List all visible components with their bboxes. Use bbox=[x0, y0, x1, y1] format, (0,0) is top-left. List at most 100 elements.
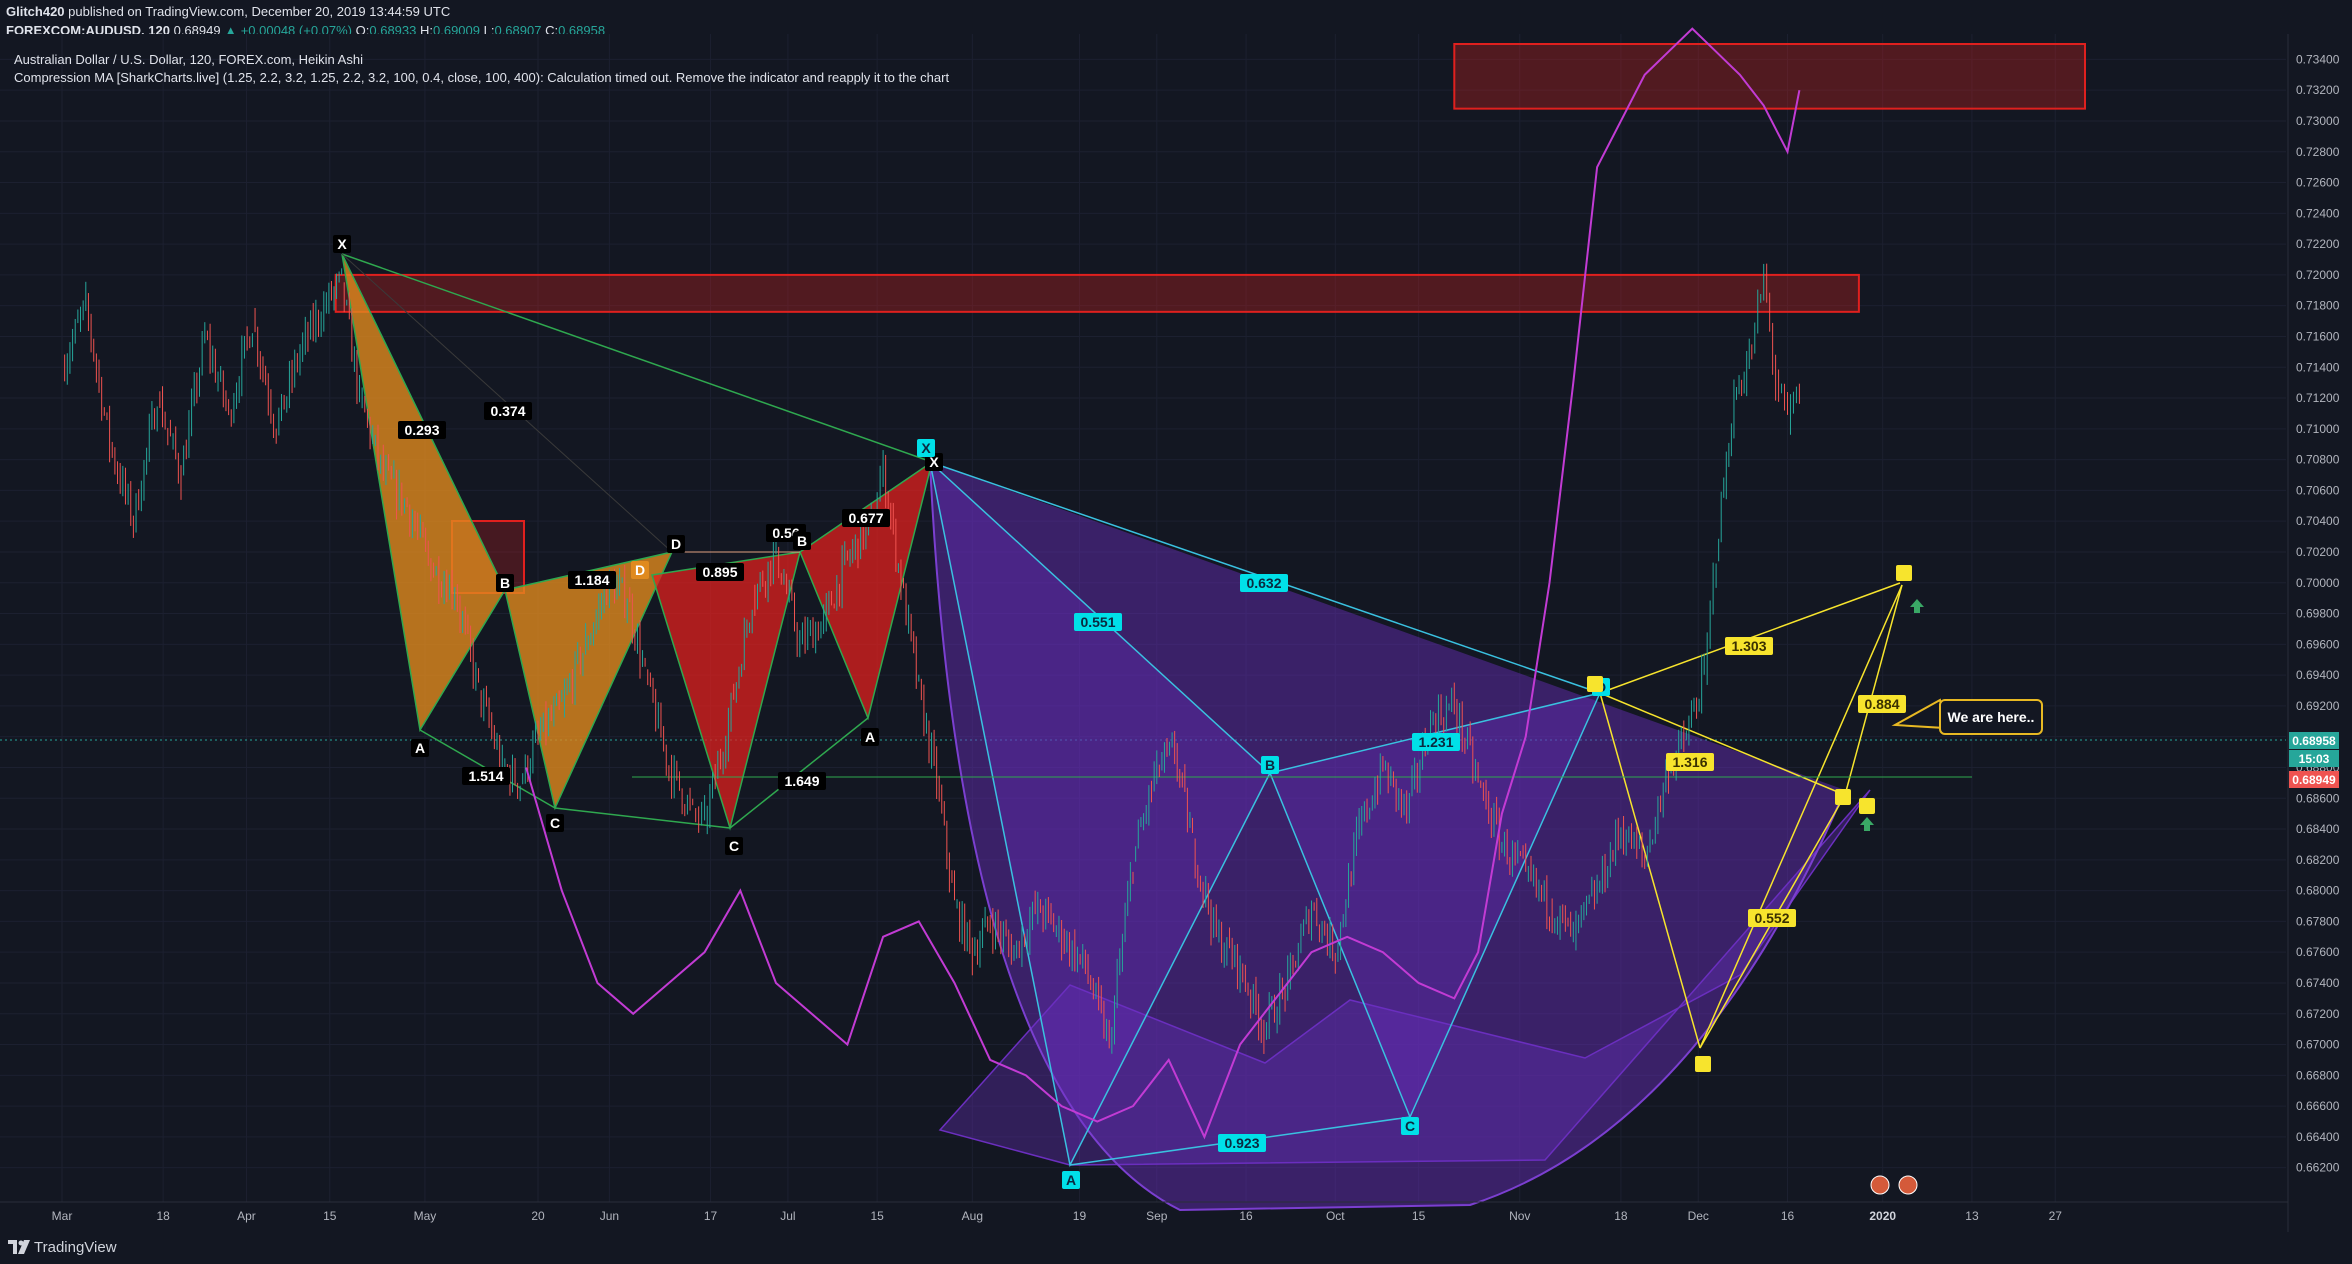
svg-text:1.649: 1.649 bbox=[784, 773, 819, 789]
ratio-label-black: 0.895 bbox=[696, 563, 744, 581]
x-tick-label: Dec bbox=[1688, 1209, 1709, 1223]
y-tick-label: 0.72000 bbox=[2296, 268, 2340, 282]
svg-text:0.632: 0.632 bbox=[1246, 575, 1281, 591]
y-tick-label: 0.68600 bbox=[2296, 791, 2340, 805]
x-tick-label: Apr bbox=[237, 1209, 256, 1223]
svg-text:15:03: 15:03 bbox=[2299, 752, 2330, 766]
yellow-point-marker bbox=[1835, 789, 1851, 805]
svg-text:X: X bbox=[921, 440, 931, 456]
callout-text: We are here.. bbox=[1948, 709, 2035, 725]
y-tick-label: 0.71600 bbox=[2296, 329, 2340, 343]
svg-text:1.514: 1.514 bbox=[468, 768, 503, 784]
y-tick-label: 0.67800 bbox=[2296, 914, 2340, 928]
x-tick-label: 16 bbox=[1239, 1209, 1253, 1223]
x-tick-label: Mar bbox=[52, 1209, 73, 1223]
svg-text:0.884: 0.884 bbox=[1864, 696, 1899, 712]
x-tick-label: 15 bbox=[323, 1209, 337, 1223]
svg-text:A: A bbox=[415, 740, 425, 756]
point-label-cyan: C bbox=[1401, 1117, 1419, 1135]
svg-text:C: C bbox=[1405, 1118, 1415, 1134]
ratio-label-black: 1.184 bbox=[568, 571, 616, 589]
y-tick-label: 0.70600 bbox=[2296, 483, 2340, 497]
svg-text:0.895: 0.895 bbox=[702, 564, 737, 580]
x-tick-label: 15 bbox=[870, 1209, 884, 1223]
svg-text:0.677: 0.677 bbox=[848, 510, 883, 526]
svg-text:1.303: 1.303 bbox=[1731, 638, 1766, 654]
price-chart[interactable]: 0.3740.2931.184 0.8950.560.6771.514 1.649X… bbox=[0, 0, 2352, 1264]
svg-text:0.551: 0.551 bbox=[1080, 614, 1115, 630]
x-tick-label: 20 bbox=[531, 1209, 545, 1223]
countdown-badge: 15:03 bbox=[2289, 750, 2339, 767]
svg-text:D: D bbox=[635, 562, 645, 578]
y-tick-label: 0.73000 bbox=[2296, 114, 2340, 128]
y-tick-label: 0.71800 bbox=[2296, 299, 2340, 313]
point-label-black: A bbox=[861, 728, 879, 746]
footer: TradingView bbox=[0, 1232, 2352, 1264]
y-tick-label: 0.72800 bbox=[2296, 145, 2340, 159]
y-tick-label: 0.67000 bbox=[2296, 1038, 2340, 1052]
ratio-label-black: 0.293 bbox=[398, 421, 446, 439]
bid-price-badge: 0.68949 bbox=[2289, 771, 2339, 788]
svg-text:0.374: 0.374 bbox=[490, 403, 525, 419]
y-tick-label: 0.72400 bbox=[2296, 206, 2340, 220]
event-flag-icon[interactable] bbox=[1870, 1175, 1890, 1195]
ratio-label-yellow: 1.316 bbox=[1666, 753, 1714, 771]
y-tick-label: 0.68000 bbox=[2296, 884, 2340, 898]
x-tick-label: 17 bbox=[704, 1209, 718, 1223]
x-tick-label: Aug bbox=[962, 1209, 983, 1223]
svg-text:X: X bbox=[337, 236, 347, 252]
ratio-label-yellow: 1.303 bbox=[1725, 637, 1773, 655]
yellow-point-marker bbox=[1695, 1056, 1711, 1072]
y-tick-label: 0.68200 bbox=[2296, 853, 2340, 867]
tradingview-brand[interactable]: TradingView bbox=[34, 1239, 117, 1256]
svg-text:B: B bbox=[1265, 757, 1275, 773]
x-tick-label: Oct bbox=[1326, 1209, 1345, 1223]
svg-text:0.68958: 0.68958 bbox=[2292, 734, 2336, 748]
x-tick-label: 15 bbox=[1412, 1209, 1426, 1223]
point-label-black: C bbox=[725, 837, 743, 855]
ratio-label-cyan: 0.632 bbox=[1240, 574, 1288, 592]
y-tick-label: 0.67200 bbox=[2296, 1007, 2340, 1021]
svg-text:0.68949: 0.68949 bbox=[2292, 773, 2336, 787]
x-tick-label: 16 bbox=[1781, 1209, 1795, 1223]
point-label-black: B bbox=[496, 574, 514, 592]
price-axis[interactable]: 0.73400 0.73200 0.73000 0.72800 0.72600 0.724… bbox=[2296, 52, 2340, 1174]
legend-indicator[interactable]: Compression MA [SharkCharts.live] (1.25,… bbox=[14, 70, 949, 85]
point-label-cyan: A bbox=[1062, 1171, 1080, 1189]
y-tick-label: 0.69200 bbox=[2296, 699, 2340, 713]
point-label-cyan: B bbox=[1261, 756, 1279, 774]
svg-text:B: B bbox=[797, 533, 807, 549]
y-tick-label: 0.70400 bbox=[2296, 514, 2340, 528]
svg-text:0.552: 0.552 bbox=[1754, 910, 1789, 926]
y-tick-label: 0.72600 bbox=[2296, 176, 2340, 190]
yellow-point-marker bbox=[1587, 676, 1603, 692]
y-tick-label: 0.73400 bbox=[2296, 52, 2340, 66]
svg-text:1.316: 1.316 bbox=[1672, 754, 1707, 770]
svg-text:A: A bbox=[865, 729, 875, 745]
point-label-black: B bbox=[793, 532, 811, 550]
x-tick-label: 13 bbox=[1965, 1209, 1979, 1223]
svg-text:0.923: 0.923 bbox=[1224, 1135, 1259, 1151]
event-flag-icon[interactable] bbox=[1898, 1175, 1918, 1195]
x-tick-label: Nov bbox=[1509, 1209, 1530, 1223]
ratio-label-cyan: 0.551 bbox=[1074, 613, 1122, 631]
y-tick-label: 0.69400 bbox=[2296, 668, 2340, 682]
x-tick-label: 2020 bbox=[1869, 1209, 1896, 1223]
ratio-label-black: 0.677 bbox=[842, 509, 890, 527]
legend-title[interactable]: Australian Dollar / U.S. Dollar, 120, FO… bbox=[14, 52, 363, 67]
yellow-point-marker bbox=[1896, 565, 1912, 581]
svg-text:1.184: 1.184 bbox=[574, 572, 609, 588]
ratio-label-yellow: 0.884 bbox=[1858, 695, 1906, 713]
svg-text:C: C bbox=[729, 838, 739, 854]
x-tick-label: Jul bbox=[780, 1209, 795, 1223]
ratio-label-yellow: 0.552 bbox=[1748, 909, 1796, 927]
y-tick-label: 0.66800 bbox=[2296, 1068, 2340, 1082]
tradingview-logo-icon[interactable] bbox=[8, 1240, 30, 1254]
x-tick-label: Sep bbox=[1146, 1209, 1168, 1223]
ratio-label-cyan: 0.923 bbox=[1218, 1134, 1266, 1152]
y-tick-label: 0.71200 bbox=[2296, 391, 2340, 405]
supply-zone bbox=[334, 273, 1860, 313]
x-tick-label: 27 bbox=[2049, 1209, 2063, 1223]
y-tick-label: 0.66200 bbox=[2296, 1161, 2340, 1175]
svg-text:D: D bbox=[671, 536, 681, 552]
